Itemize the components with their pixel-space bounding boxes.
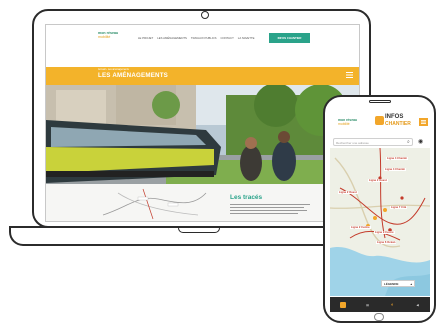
map-label[interactable]: Ligne 4 Chemin [384, 168, 407, 171]
site-logo-sub: mobilité [98, 35, 111, 39]
phone-logo-sub: mobilité [338, 121, 350, 126]
site-header: mon réseau mobilité LE PROJET LES AMÉNAG… [46, 25, 359, 52]
tab-brand[interactable]: ◐ [380, 297, 405, 312]
nav-item-contact[interactable]: CONTACT [220, 36, 233, 40]
tab-alerts[interactable]: ◀ [405, 297, 430, 312]
page-banner: Accueil › Les aménagements LES AMÉNAGEME… [46, 67, 359, 85]
infos-label: INFOS [385, 114, 404, 120]
chantier-label: CHANTIER [385, 121, 411, 127]
laptop-camera [201, 11, 209, 19]
laptop-screen: mon réseau mobilité LE PROJET LES AMÉNAG… [45, 24, 360, 222]
nav-item-travaux[interactable]: TRAVAUX PUBLICS [191, 36, 217, 40]
legend-label: LÉGENDE [384, 281, 399, 286]
laptop-notch [178, 228, 220, 233]
map-label[interactable]: Ligne 7 Cité [390, 206, 408, 209]
brand-tab-icon: ◐ [390, 301, 395, 308]
phone-speaker [369, 100, 391, 103]
tab-map[interactable] [330, 297, 355, 312]
locate-icon[interactable]: ◉ [418, 138, 426, 146]
content-section: Les tracés [46, 184, 359, 221]
map-label[interactable]: Ligne 4 Chemin [386, 157, 409, 160]
nav-item-navette[interactable]: LA NAVETTE [238, 36, 255, 40]
map-label[interactable]: Ligne 2 Centre [350, 226, 371, 229]
map-tab-icon [339, 301, 346, 308]
address-search-input[interactable]: Rechercher une adresse [333, 138, 413, 146]
menu-icon[interactable] [346, 72, 353, 78]
news-tab-icon: ▤ [366, 302, 369, 307]
phone-screen: mon réseau mobilité INFOS CHANTIER Reche… [330, 107, 430, 312]
phone-menu-icon[interactable] [419, 118, 428, 126]
chevron-up-icon: ▴ [410, 281, 412, 286]
phone-home-button[interactable] [374, 313, 384, 321]
site-nav: LE PROJET LES AMÉNAGEMENTS TRAVAUX PUBLI… [138, 36, 255, 40]
map-label[interactable]: Ligne 6 Océan [376, 241, 397, 244]
cone-icon [375, 116, 384, 125]
infos-chantier-button[interactable]: INFOS CHANTIER [269, 33, 310, 43]
map-label[interactable]: Ligne 9 Centre [374, 231, 395, 234]
nav-item-projet[interactable]: LE PROJET [138, 36, 153, 40]
breadcrumb[interactable]: Accueil › Les aménagements [98, 68, 129, 71]
map-label[interactable]: Ligne 2 Ouest [338, 191, 358, 194]
section-title: Les tracés [230, 194, 263, 201]
site-logo[interactable]: mon réseau mobilité [98, 31, 118, 39]
tab-news[interactable]: ▤ [355, 297, 380, 312]
section-body-text [230, 204, 310, 216]
search-icon[interactable]: ⌕ [407, 138, 414, 146]
route-map-thumbnail[interactable] [98, 187, 210, 221]
legend-toggle[interactable]: LÉGENDE ▴ [381, 280, 415, 287]
phone-bottom-nav: ▤ ◐ ◀ [330, 297, 430, 312]
page-title: LES AMÉNAGEMENTS [98, 72, 169, 79]
nav-item-amenagements[interactable]: LES AMÉNAGEMENTS [157, 36, 187, 40]
hero-photo-tramway [46, 85, 359, 184]
infos-chantier-logo: INFOS CHANTIER [374, 113, 411, 130]
map-label[interactable]: Ligne 2 Ouest [368, 179, 388, 182]
phone-logo[interactable]: mon réseau mobilité [338, 118, 357, 126]
megaphone-icon: ◀ [416, 302, 419, 307]
phone-header: mon réseau mobilité INFOS CHANTIER [330, 107, 430, 135]
works-map[interactable] [330, 148, 430, 296]
